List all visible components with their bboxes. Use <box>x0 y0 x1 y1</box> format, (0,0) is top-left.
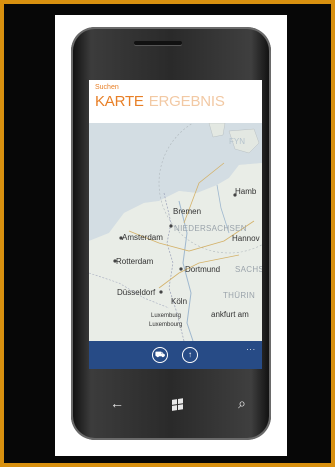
navigate-up-button[interactable]: ↑ <box>182 347 198 363</box>
map-label-koln: Köln <box>171 297 188 306</box>
map-label-amsterdam: Amsterdam <box>122 233 163 242</box>
app-bar-more-button[interactable]: ... <box>246 343 256 352</box>
car-icon: ⛟ <box>154 350 166 359</box>
map-label-luxemburg: Luxemburg <box>151 313 182 319</box>
map-label-dusseldorf: Düsseldorf <box>117 288 156 297</box>
map-label-hannover: Hannov <box>232 234 260 243</box>
map-view[interactable]: FYN Hamb Bremen NIEDERSACHSEN Amsterdam … <box>89 123 262 341</box>
map-label-rotterdam: Rotterdam <box>116 257 154 266</box>
city-dot-bremen <box>169 224 173 228</box>
map-label-niedersachsen: NIEDERSACHSEN <box>174 224 247 233</box>
phone-speaker <box>134 41 182 45</box>
city-dot-dusseldorf <box>159 290 163 294</box>
map-label-hamburg: Hamb <box>235 187 257 196</box>
map-label-frankfurt: ankfurt am <box>211 310 249 319</box>
map-label-sachsen: SACHS <box>235 265 262 274</box>
city-dot-dortmund <box>179 267 183 271</box>
back-key[interactable]: ← <box>105 395 129 411</box>
pivot-header: KARTE ERGEBNIS <box>95 93 225 110</box>
windows-logo-icon <box>172 399 177 405</box>
back-arrow-icon: ← <box>110 395 124 411</box>
app-title: Suchen <box>95 84 119 91</box>
map-label-fyn: FYN <box>229 137 245 146</box>
arrow-up-icon: ↑ <box>188 350 192 359</box>
search-icon: ⌕ <box>238 395 246 411</box>
map-label-bremen: Bremen <box>173 207 202 216</box>
app-bar: ⛟ ↑ ... <box>89 341 262 369</box>
pivot-tab-ergebnis[interactable]: ERGEBNIS <box>149 93 225 110</box>
map-label-luxembourg: Luxembourg <box>149 322 183 328</box>
phone-screen: Suchen KARTE ERGEBNIS FYN Hamb Bremen NI… <box>89 80 262 369</box>
pivot-tab-karte[interactable]: KARTE <box>95 93 144 110</box>
map-label-dortmund: Dortmund <box>185 265 221 274</box>
car-button[interactable]: ⛟ <box>152 347 168 363</box>
search-key[interactable]: ⌕ <box>230 395 254 412</box>
map-label-thuringen: THÜRIN <box>223 291 256 300</box>
windows-start-key[interactable] <box>172 398 184 412</box>
